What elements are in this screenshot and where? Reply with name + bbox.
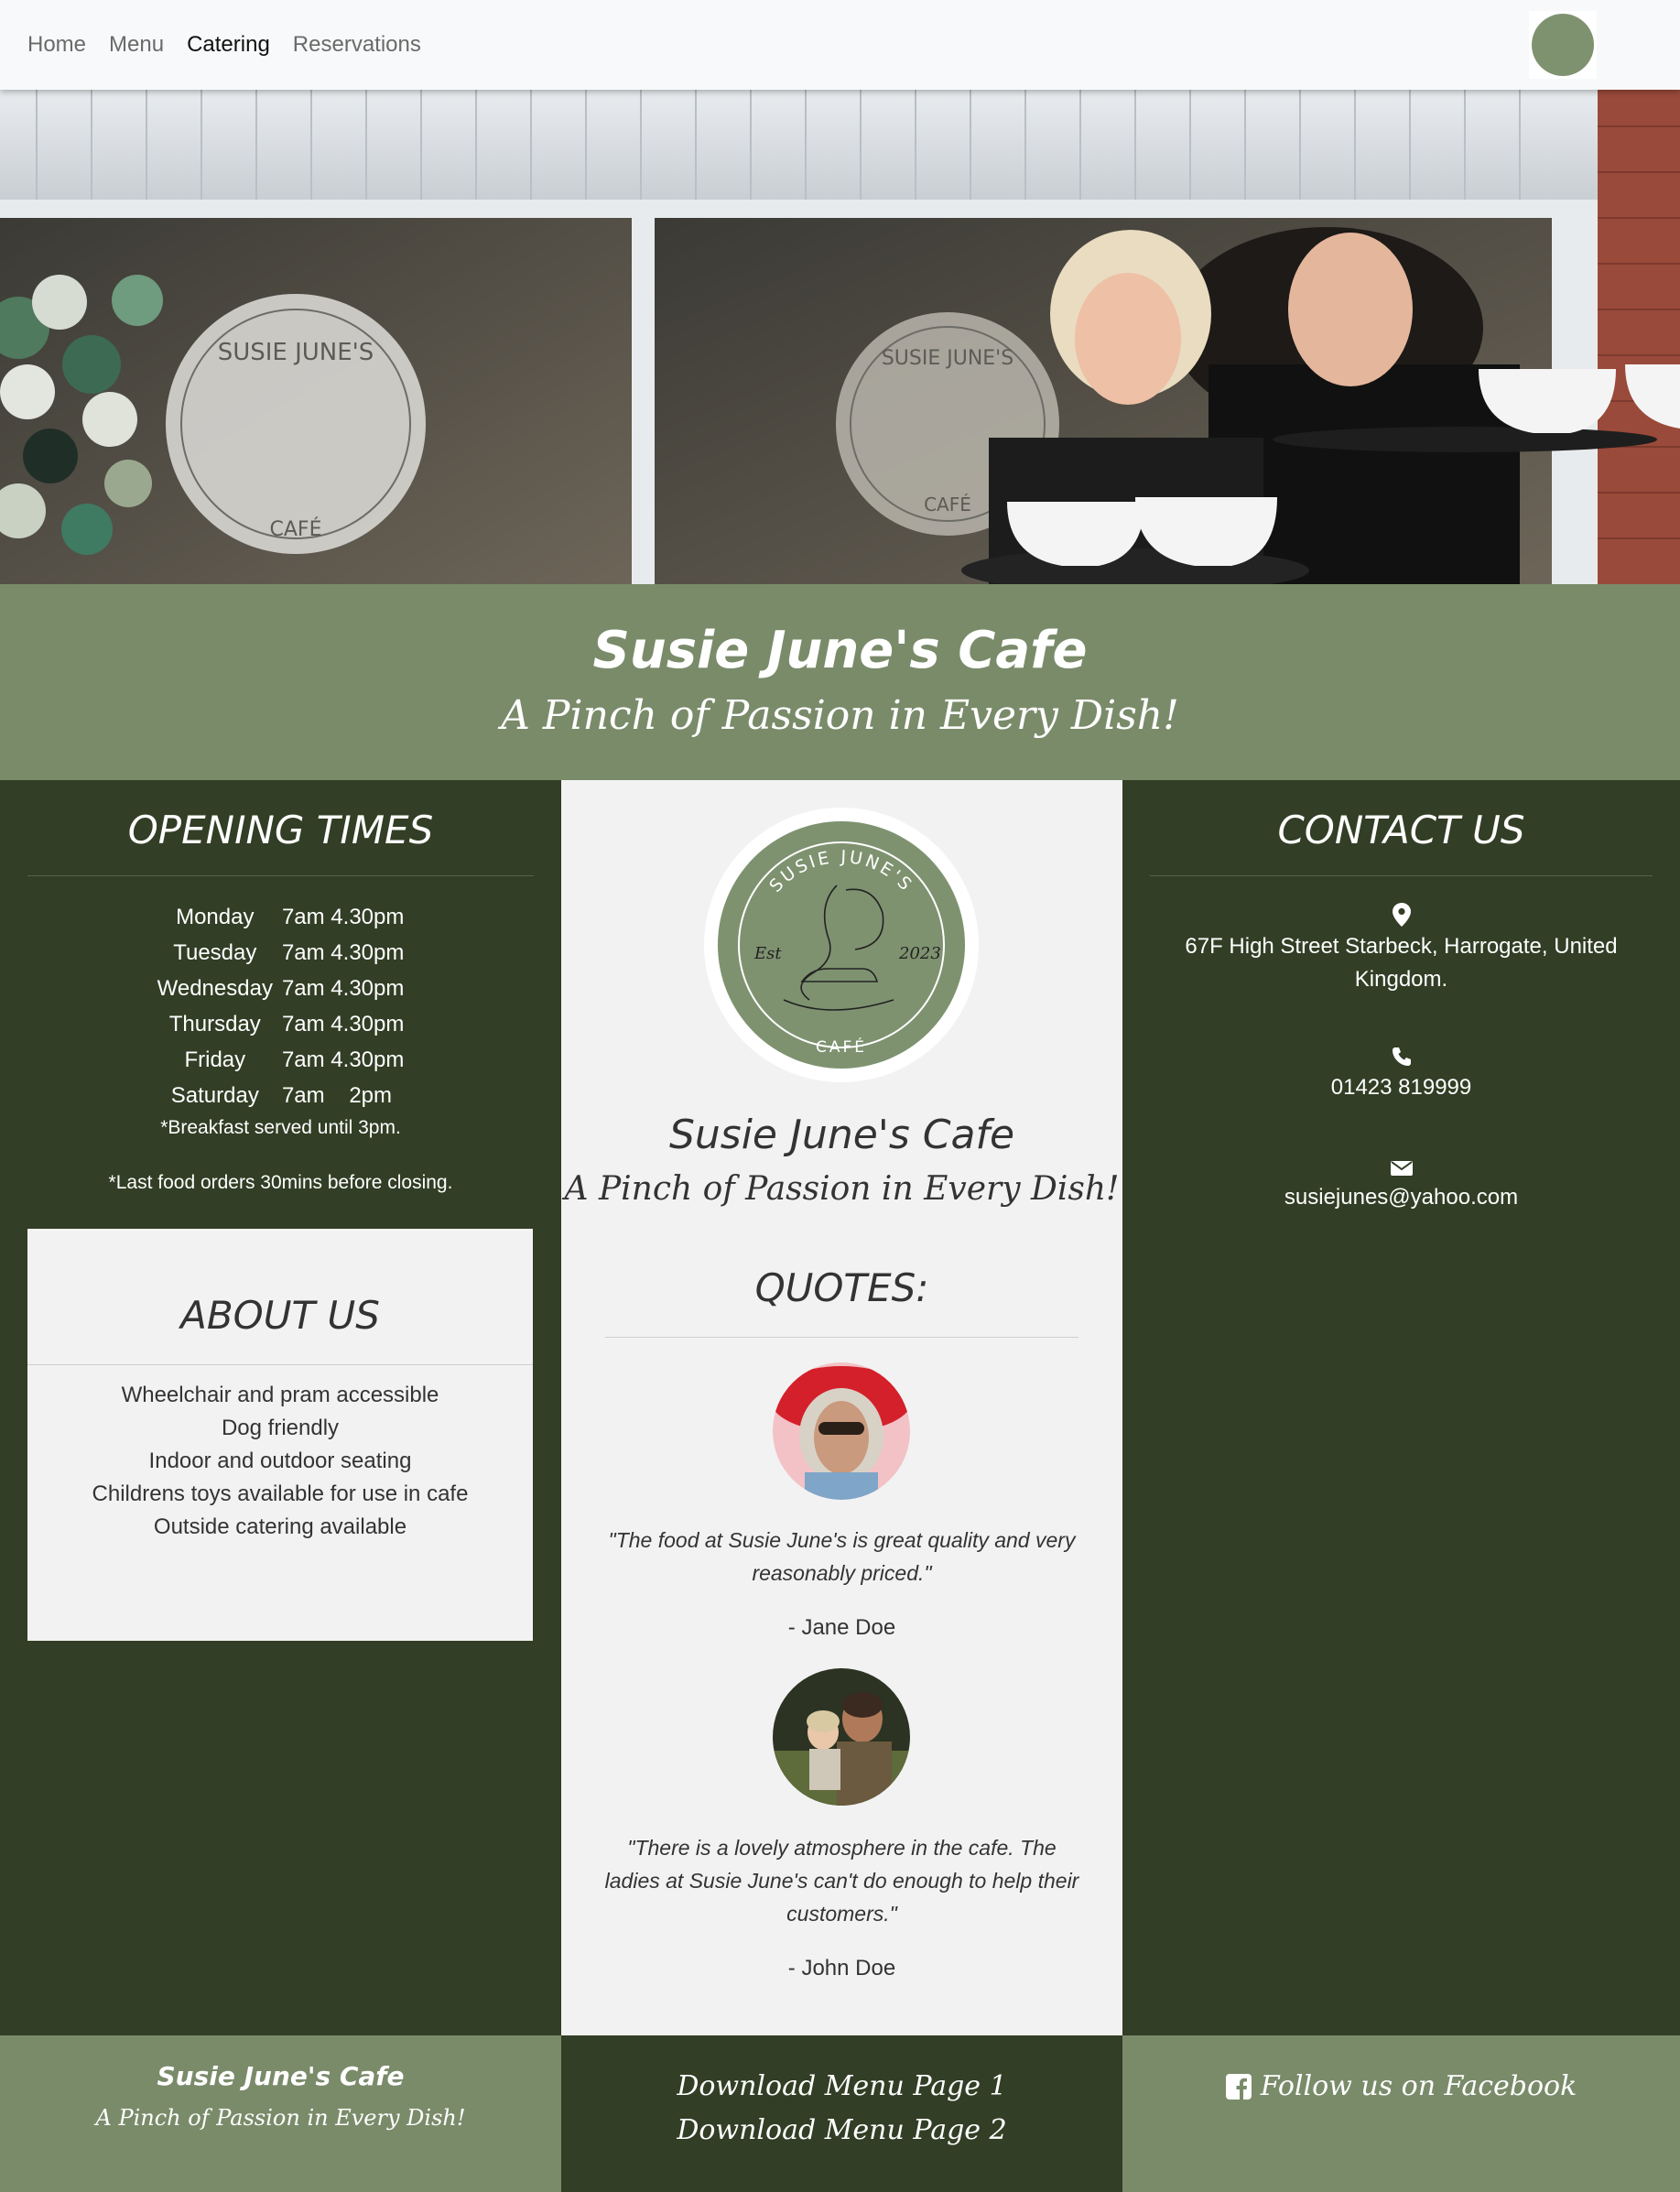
divider bbox=[27, 875, 534, 876]
opening-times-column: OPENING TIMES Monday 7am 4.30pm Tuesday 7a… bbox=[0, 780, 561, 2035]
quote-text: "There is a lovely atmosphere in the caf… bbox=[604, 1836, 1079, 1926]
phone-icon bbox=[1392, 1047, 1411, 1066]
hours-row: Saturday 7am 2pm bbox=[156, 1078, 406, 1113]
time-label: 7am 4.30pm bbox=[281, 975, 405, 1001]
avatar bbox=[773, 1362, 910, 1500]
download-menu-page-2-link[interactable]: Download Menu Page 2 bbox=[561, 2114, 1122, 2146]
nav-link-home[interactable]: Home bbox=[27, 32, 86, 58]
nav-link-reservations[interactable]: Reservations bbox=[293, 32, 421, 58]
nav-link-catering[interactable]: Catering bbox=[187, 32, 270, 58]
jane-doe-avatar-photo bbox=[773, 1362, 910, 1500]
list-item: Outside catering available bbox=[153, 1514, 407, 1539]
footer-tagline: A Pinch of Passion in Every Dish! bbox=[95, 2105, 466, 2131]
day-label: Thursday bbox=[168, 1011, 261, 1036]
opening-times-heading: OPENING TIMES bbox=[127, 808, 434, 852]
divider bbox=[27, 1364, 533, 1365]
time-label: 7am 4.30pm bbox=[281, 939, 405, 965]
footer-social: Follow us on Facebook bbox=[1122, 2035, 1680, 2192]
svg-text:SUSIE JUNE'S: SUSIE JUNE'S bbox=[218, 339, 374, 366]
time-label: 7am 4.30pm bbox=[281, 1011, 405, 1036]
contact-email[interactable]: susiejunes@yahoo.com bbox=[1122, 1159, 1680, 1214]
facebook-link-label[interactable]: Follow us on Facebook bbox=[1261, 2070, 1577, 2102]
time-label: 7am 2pm bbox=[281, 1082, 392, 1108]
envelope-icon bbox=[1390, 1161, 1413, 1176]
time-label: 7am 4.30pm bbox=[281, 1047, 405, 1072]
hours-row: Wednesday 7am 4.30pm bbox=[156, 971, 406, 1006]
about-us-heading: ABOUT US bbox=[180, 1293, 380, 1338]
day-label: Monday bbox=[176, 904, 255, 929]
address-text: 67F High Street Starbeck, Harrogate, Uni… bbox=[1185, 934, 1618, 992]
avatar bbox=[773, 1668, 910, 1806]
divider bbox=[1150, 875, 1653, 876]
list-item: Wheelchair and pram accessible bbox=[121, 1383, 439, 1407]
contact-heading: CONTACT US bbox=[1277, 808, 1525, 852]
nav-links: Home Menu Catering Reservations bbox=[27, 0, 444, 90]
hours-row: Monday 7am 4.30pm bbox=[156, 899, 406, 935]
center-title: Susie June's Cafe bbox=[668, 1112, 1015, 1158]
quote-text: "The food at Susie June's is great quali… bbox=[608, 1528, 1076, 1585]
cafe-logo: SUSIE JUNE'S CAFÉ Est 2023 bbox=[704, 808, 979, 1082]
footer-title: Susie June's Cafe bbox=[157, 2061, 405, 2091]
hours-row: Thursday 7am 4.30pm bbox=[156, 1006, 406, 1042]
phone-number[interactable]: 01423 819999 bbox=[1331, 1075, 1472, 1100]
day-label: Friday bbox=[184, 1047, 246, 1072]
contact-phone[interactable]: 01423 819999 bbox=[1122, 1046, 1680, 1104]
download-menu-page-1-link[interactable]: Download Menu Page 1 bbox=[561, 2070, 1122, 2102]
footer-brand: Susie June's Cafe A Pinch of Passion in … bbox=[0, 2035, 561, 2192]
day-label: Saturday bbox=[170, 1082, 259, 1108]
list-item: Indoor and outdoor seating bbox=[148, 1449, 412, 1473]
time-label: 7am 4.30pm bbox=[281, 904, 405, 929]
quotes-heading: QUOTES: bbox=[754, 1265, 929, 1310]
footer-downloads: Download Menu Page 1 Download Menu Page … bbox=[561, 2035, 1122, 2192]
cafe-logo-icon[interactable] bbox=[1529, 11, 1597, 79]
quote-author: - John Doe bbox=[787, 1956, 896, 1980]
john-doe-avatar-photo bbox=[773, 1668, 910, 1806]
logo-year-text: 2023 bbox=[898, 944, 941, 963]
day-label: Wednesday bbox=[157, 975, 273, 1001]
location-pin-icon bbox=[1392, 903, 1411, 927]
banner-tagline: A Pinch of Passion in Every Dish! bbox=[501, 692, 1179, 739]
last-orders-note: *Last food orders 30mins before closing. bbox=[108, 1172, 453, 1193]
cafe-storefront-photo: SUSIE JUNE'S CAFÉ SUSIE JUNE'S CAFÉ bbox=[0, 90, 1680, 584]
quote-author: - Jane Doe bbox=[787, 1615, 896, 1640]
svg-text:SUSIE JUNE'S: SUSIE JUNE'S bbox=[882, 347, 1013, 370]
about-us-list: Wheelchair and pram accessible Dog frien… bbox=[27, 1379, 533, 1544]
divider bbox=[605, 1337, 1078, 1338]
logo-est-text: Est bbox=[753, 944, 782, 963]
svg-text:CAFÉ: CAFÉ bbox=[924, 494, 971, 515]
list-item: Childrens toys available for use in cafe bbox=[92, 1481, 469, 1506]
email-address[interactable]: susiejunes@yahoo.com bbox=[1284, 1185, 1518, 1210]
facebook-icon bbox=[1225, 2073, 1252, 2100]
breakfast-note: *Breakfast served until 3pm. bbox=[160, 1117, 401, 1138]
center-column: SUSIE JUNE'S CAFÉ Est 2023 Susie June's … bbox=[561, 780, 1122, 2035]
contact-column: CONTACT US 67F High Street Starbeck, Har… bbox=[1122, 780, 1680, 2035]
center-tagline: A Pinch of Passion in Every Dish! bbox=[564, 1170, 1120, 1208]
hero-banner: Susie June's Cafe A Pinch of Passion in … bbox=[0, 584, 1680, 780]
nav-link-menu[interactable]: Menu bbox=[109, 32, 164, 58]
nav-logo-disc bbox=[1532, 14, 1594, 76]
banner-title: Susie June's Cafe bbox=[592, 621, 1088, 680]
cafe-logo-icon: SUSIE JUNE'S CAFÉ Est 2023 bbox=[718, 821, 965, 1069]
about-us-card: ABOUT US Wheelchair and pram accessible … bbox=[27, 1229, 533, 1641]
day-label: Tuesday bbox=[173, 939, 257, 965]
contact-address: 67F High Street Starbeck, Harrogate, Uni… bbox=[1159, 903, 1643, 996]
navbar: Home Menu Catering Reservations bbox=[0, 0, 1680, 90]
hours-row: Tuesday 7am 4.30pm bbox=[156, 935, 406, 971]
opening-hours-table: Monday 7am 4.30pm Tuesday 7am 4.30pm Wedne… bbox=[0, 899, 561, 1113]
list-item: Dog friendly bbox=[221, 1416, 340, 1440]
logo-bottom-text: CAFÉ bbox=[816, 1036, 867, 1057]
facebook-link[interactable]: Follow us on Facebook bbox=[1122, 2070, 1680, 2102]
svg-text:CAFÉ: CAFÉ bbox=[270, 517, 322, 541]
hours-row: Friday 7am 4.30pm bbox=[156, 1042, 406, 1078]
hero-photo: SUSIE JUNE'S CAFÉ SUSIE JUNE'S CAFÉ bbox=[0, 90, 1680, 584]
